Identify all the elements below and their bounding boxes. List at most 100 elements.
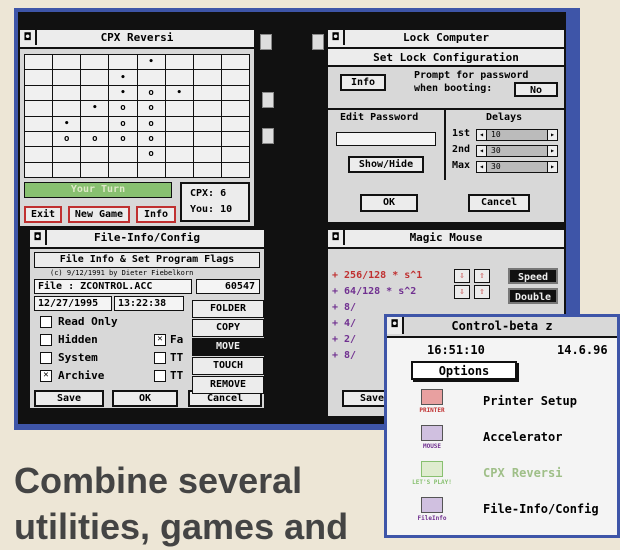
close-icon[interactable]: ◘ [20,30,37,45]
board-cell[interactable] [53,55,81,70]
board-cell[interactable] [137,70,165,85]
drive-icon[interactable] [260,34,272,50]
close-icon[interactable]: ◘ [30,230,47,245]
delay-slider[interactable]: ◂ 10 ▸ [476,129,558,141]
board-cell[interactable] [193,147,221,162]
flag-checkbox[interactable] [40,334,52,346]
fileinfo-save-button[interactable]: Save [34,390,104,407]
board-cell[interactable] [193,131,221,147]
cpx-item[interactable]: LET'S PLAY! CPX Reversi [391,461,613,489]
board-cell[interactable] [109,147,137,162]
board-cell[interactable] [165,116,193,131]
arrow-left-icon[interactable]: ◂ [477,162,487,172]
menu-item-folder[interactable]: FOLDER [192,300,264,318]
board-cell[interactable]: • [81,101,109,116]
board-cell[interactable] [81,55,109,70]
board-cell[interactable] [25,101,53,116]
board-cell[interactable] [221,101,249,116]
board-cell[interactable] [193,101,221,116]
options-button[interactable]: Options [411,361,517,380]
board-cell[interactable]: o [137,101,165,116]
board-cell[interactable] [109,162,137,177]
lock-ok-button[interactable]: OK [360,194,418,212]
board-cell[interactable] [221,162,249,177]
menu-item-copy[interactable]: COPY [192,319,264,337]
board-cell[interactable] [25,116,53,131]
reversi-titlebar[interactable]: ◘ CPX Reversi [20,30,254,49]
flag-checkbox[interactable] [154,370,166,382]
reversi-board[interactable]: • • • o • • o o • o o o o o o o [24,54,250,178]
board-cell[interactable] [165,55,193,70]
cpx-item[interactable]: PRINTER Printer Setup [391,389,613,417]
close-icon[interactable]: ◘ [328,30,345,45]
board-cell[interactable]: o [109,101,137,116]
board-cell[interactable] [81,70,109,85]
board-cell[interactable] [53,85,81,101]
board-cell[interactable] [53,147,81,162]
close-icon[interactable]: ◘ [328,230,345,245]
arrow-right-icon[interactable]: ▸ [547,130,557,140]
flag-checkbox[interactable] [154,352,166,364]
reversi-info-button[interactable]: Info [136,206,176,223]
board-cell[interactable] [81,116,109,131]
board-cell[interactable]: o [137,131,165,147]
board-cell[interactable] [165,70,193,85]
board-cell[interactable] [53,70,81,85]
board-cell[interactable] [221,85,249,101]
board-cell[interactable] [53,101,81,116]
lock-titlebar[interactable]: ◘ Lock Computer [328,30,564,49]
board-cell[interactable] [193,70,221,85]
board-cell[interactable]: o [137,85,165,101]
file-date-field[interactable]: 12/27/1995 [34,296,112,311]
program-icon[interactable] [262,128,274,144]
arrow-left-icon[interactable]: ◂ [477,146,487,156]
board-cell[interactable]: • [53,116,81,131]
board-cell[interactable] [25,85,53,101]
board-cell[interactable]: • [137,55,165,70]
show-hide-button[interactable]: Show/Hide [348,156,424,173]
program-icon[interactable] [262,92,274,108]
speed-button[interactable]: Speed [508,268,558,284]
board-cell[interactable]: • [165,85,193,101]
board-cell[interactable]: o [81,131,109,147]
board-cell[interactable] [193,55,221,70]
cpx-item[interactable]: FileInfo File-Info/Config [391,497,613,525]
board-cell[interactable] [25,147,53,162]
lock-info-button[interactable]: Info [340,74,386,91]
new-game-button[interactable]: New Game [68,206,130,223]
file-time-field[interactable]: 13:22:38 [114,296,184,311]
board-cell[interactable] [221,147,249,162]
arrow-up-icon[interactable]: ⇧ [474,269,490,283]
board-cell[interactable] [81,162,109,177]
arrow-right-icon[interactable]: ▸ [547,146,557,156]
board-cell[interactable] [165,131,193,147]
board-cell[interactable] [193,162,221,177]
flag-checkbox[interactable]: ✕ [40,370,52,382]
board-cell[interactable] [53,162,81,177]
exit-button[interactable]: Exit [24,206,62,223]
board-cell[interactable] [221,70,249,85]
board-cell[interactable] [193,85,221,101]
arrow-up-icon[interactable]: ⇧ [474,285,490,299]
board-cell[interactable]: o [53,131,81,147]
password-field[interactable] [336,132,436,146]
board-cell[interactable]: o [109,131,137,147]
board-cell[interactable] [221,116,249,131]
arrow-down-icon[interactable]: ⇩ [454,285,470,299]
board-cell[interactable] [25,162,53,177]
board-cell[interactable] [221,131,249,147]
board-cell[interactable]: • [109,70,137,85]
prompt-toggle[interactable]: No [514,82,558,97]
board-cell[interactable] [81,147,109,162]
fileinfo-titlebar[interactable]: ◘ File-Info/Config [30,230,264,249]
board-cell[interactable] [165,147,193,162]
delay-slider[interactable]: ◂ 30 ▸ [476,145,558,157]
fileinfo-ok-button[interactable]: OK [112,390,178,407]
board-cell[interactable] [81,85,109,101]
magic-titlebar[interactable]: ◘ Magic Mouse [328,230,564,249]
board-cell[interactable]: o [137,116,165,131]
arrow-right-icon[interactable]: ▸ [547,162,557,172]
cpx-item[interactable]: MOUSE Accelerator [391,425,613,453]
close-icon[interactable]: ◘ [387,317,404,334]
arrow-down-icon[interactable]: ⇩ [454,269,470,283]
